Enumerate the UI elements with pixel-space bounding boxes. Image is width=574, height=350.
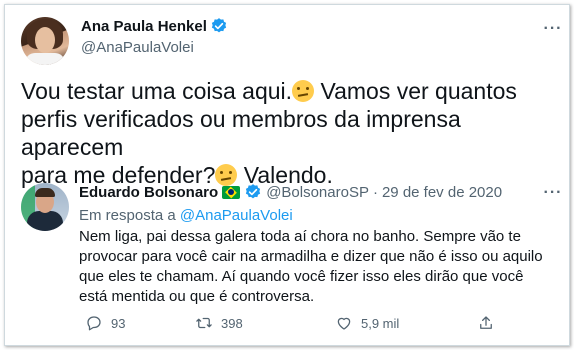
quoted-avatar[interactable] [21,183,69,231]
reply-button[interactable]: 93 [85,314,125,332]
reply-icon [87,316,101,331]
share-button[interactable] [477,314,495,332]
tweet-text-line1b: Vamos ver quantos [314,78,517,104]
tweet-card: Ana Paula Henkel @AnaPaulaVolei ··· Vou … [4,4,570,346]
author-name-text: Ana Paula Henkel [81,17,207,35]
author-handle[interactable]: @AnaPaulaVolei [81,39,228,56]
thinking-emoji-icon [292,80,315,102]
quoted-text: Nem liga, pai dessa galera toda aí chora… [79,228,543,305]
separator-dot: · [372,183,378,201]
share-icon [480,316,492,329]
like-button[interactable]: 5,9 mil [335,314,399,332]
quoted-author-name[interactable]: Eduardo Bolsonaro [79,184,218,201]
quoted-header: Eduardo Bolsonaro @BolsonaroSP · 29 de f… [79,183,502,201]
brazil-flag-icon [222,185,241,199]
like-count: 5,9 mil [361,315,400,331]
more-icon[interactable]: ··· [543,183,563,203]
tweet-text-line2: perfis verificados ou membros da imprens… [21,106,461,160]
retweet-count: 398 [221,315,243,331]
action-bar: 93 398 5,9 mil [79,314,499,334]
author-name[interactable]: Ana Paula Henkel [81,17,228,35]
author-block: Ana Paula Henkel @AnaPaulaVolei [81,17,228,56]
quoted-author-handle[interactable]: @BolsonaroSP [266,184,369,201]
reply-count: 93 [111,315,126,331]
verified-badge-icon [246,184,261,199]
reply-prefix: Em resposta a [79,207,180,224]
avatar[interactable] [21,17,69,65]
quoted-tweet[interactable]: Eduardo Bolsonaro @BolsonaroSP · 29 de f… [13,171,563,343]
verified-badge-icon [211,18,227,33]
quoted-date[interactable]: 29 de fev de 2020 [382,184,502,201]
retweet-button[interactable]: 398 [195,314,243,332]
reply-handle-link[interactable]: @AnaPaulaVolei [180,207,293,224]
retweet-icon [196,317,212,329]
reply-context: Em resposta a @AnaPaulaVolei [79,207,293,224]
more-icon[interactable]: ··· [543,19,563,39]
tweet-text-line1a: Vou testar uma coisa aqui. [21,78,293,104]
like-icon [337,317,351,330]
